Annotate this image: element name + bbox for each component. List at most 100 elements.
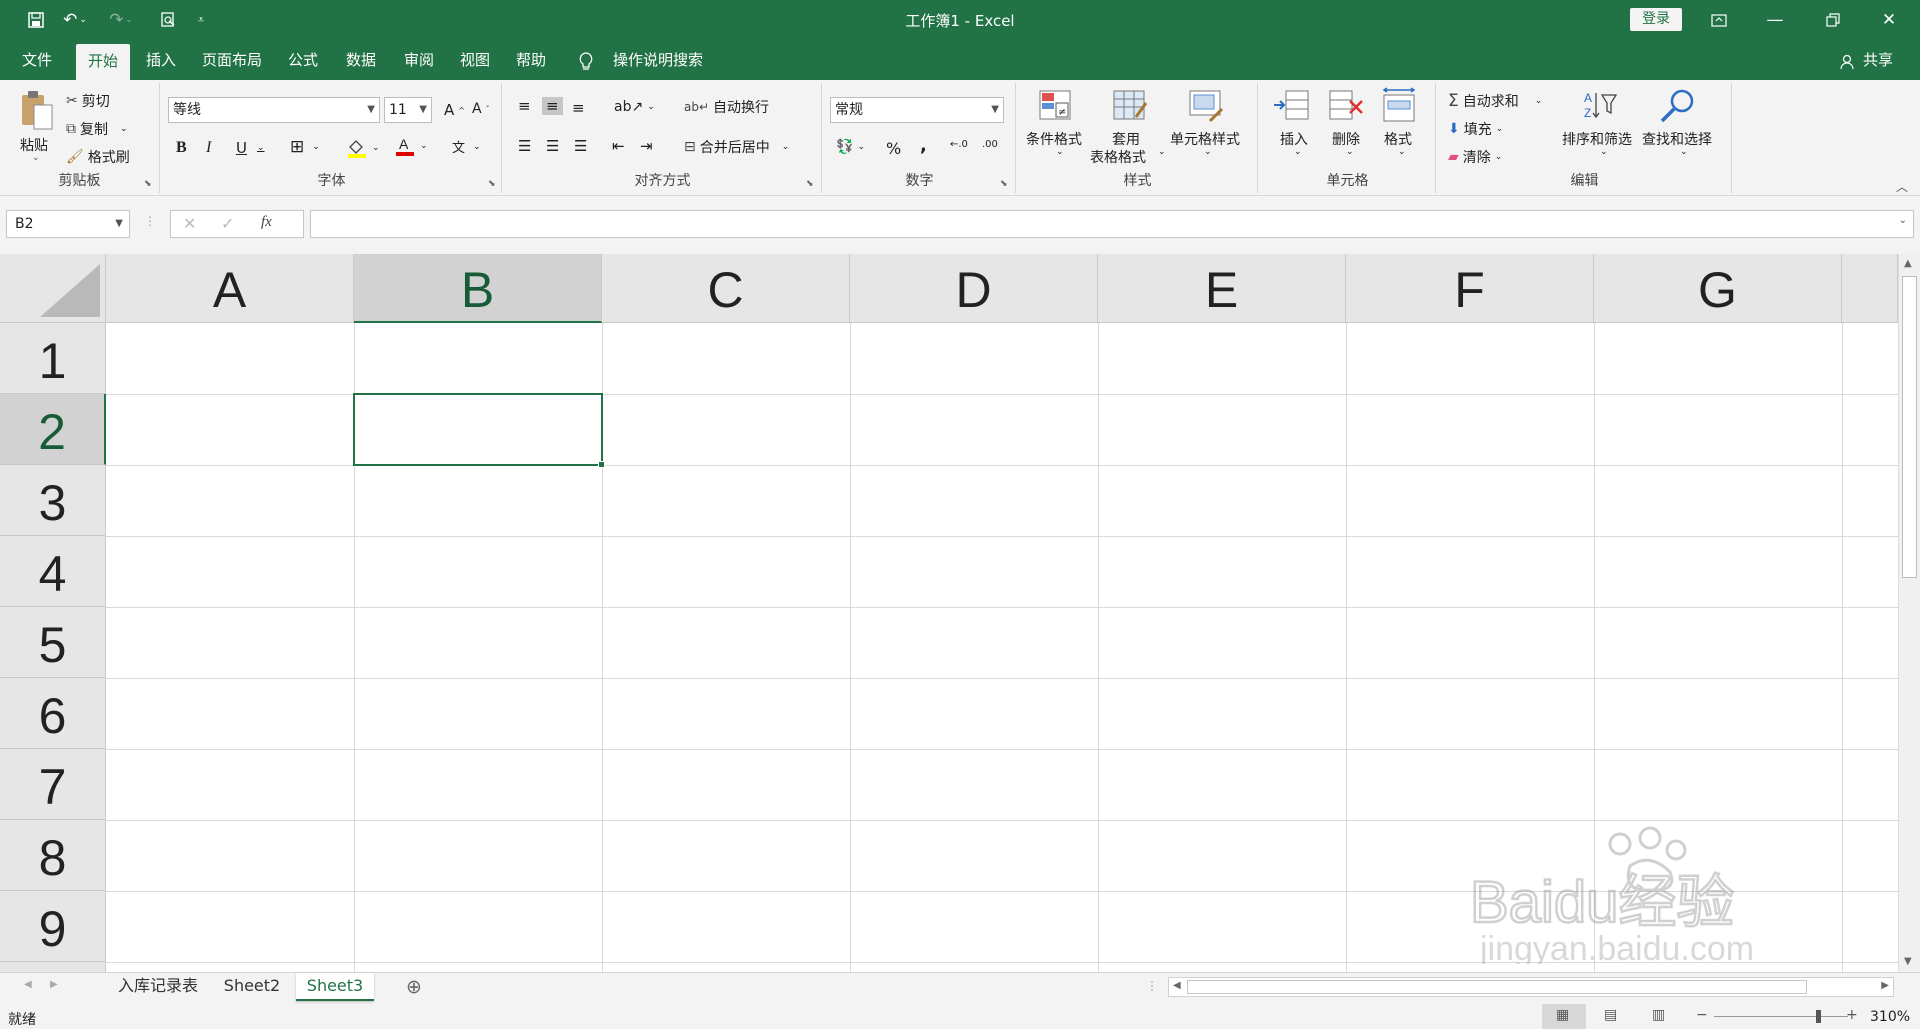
- paste-icon[interactable]: [16, 89, 56, 135]
- chevron-down-icon[interactable]: ⌄: [1294, 147, 1302, 157]
- decrease-indent-icon[interactable]: ⇤: [612, 137, 625, 155]
- column-header-d[interactable]: D: [850, 254, 1098, 323]
- align-bottom-icon[interactable]: ≡: [572, 99, 585, 117]
- font-size-combo[interactable]: 11 ▼: [384, 97, 432, 123]
- sheet-tab-1[interactable]: 入库记录表: [106, 973, 210, 1001]
- horizontal-scrollbar[interactable]: ◀ ▶: [1168, 977, 1894, 997]
- column-header-partial[interactable]: [1842, 254, 1898, 323]
- cell-styles-button[interactable]: 单元格样式: [1170, 129, 1240, 149]
- row-header-4[interactable]: 4: [0, 536, 106, 607]
- page-break-view-icon[interactable]: ▥: [1652, 1007, 1665, 1023]
- vertical-scroll-thumb[interactable]: [1902, 276, 1917, 578]
- column-header-e[interactable]: E: [1098, 254, 1346, 323]
- chevron-down-icon[interactable]: ⌄: [1346, 147, 1354, 157]
- column-header-b[interactable]: B: [354, 254, 602, 323]
- decrease-decimal-icon[interactable]: .00: [982, 139, 998, 150]
- login-button[interactable]: 登录: [1630, 8, 1682, 31]
- cut-button[interactable]: ✂ 剪切: [66, 91, 110, 111]
- zoom-slider-thumb[interactable]: [1816, 1010, 1821, 1023]
- row-header-5[interactable]: 5: [0, 607, 106, 678]
- column-header-f[interactable]: F: [1346, 254, 1594, 323]
- paste-button[interactable]: 粘贴: [20, 135, 48, 155]
- share-button[interactable]: 共享: [1858, 40, 1898, 80]
- row-header-partial[interactable]: [0, 962, 106, 972]
- zoom-slider-track[interactable]: [1714, 1016, 1848, 1017]
- number-format-combo[interactable]: 常规 ▼: [830, 97, 1004, 123]
- collapse-ribbon-icon[interactable]: ︿: [1896, 178, 1908, 195]
- dialog-launcher-icon[interactable]: ⬊: [488, 179, 496, 189]
- insert-cells-button[interactable]: 插入: [1280, 129, 1308, 149]
- tab-home[interactable]: 开始: [76, 44, 130, 80]
- align-middle-icon[interactable]: ≡: [542, 97, 563, 115]
- tab-help[interactable]: 帮助: [508, 40, 554, 80]
- chevron-down-icon[interactable]: ⌄: [782, 142, 790, 152]
- underline-icon[interactable]: U ⌄: [236, 139, 265, 157]
- phonetic-guide-icon[interactable]: 文 ⌄: [452, 137, 481, 156]
- format-as-table-label-1[interactable]: 套用: [1112, 129, 1140, 149]
- chevron-down-icon[interactable]: ⌄: [1158, 147, 1166, 157]
- clear-button[interactable]: ▰ 清除 ⌄: [1448, 147, 1502, 167]
- font-name-combo[interactable]: 等线 ▼: [168, 97, 380, 123]
- tab-file[interactable]: 文件: [14, 40, 60, 80]
- sheet-tab-3[interactable]: Sheet3: [296, 973, 374, 1001]
- italic-icon[interactable]: I: [206, 139, 211, 157]
- zoom-level[interactable]: 310%: [1870, 1009, 1910, 1025]
- enter-icon[interactable]: ✓: [221, 214, 234, 233]
- user-icon[interactable]: [1838, 50, 1858, 74]
- zoom-out-icon[interactable]: −: [1696, 1007, 1708, 1023]
- orientation-icon[interactable]: ab↗ ⌄: [614, 99, 655, 115]
- conditional-formatting-icon[interactable]: ≠: [1036, 87, 1076, 125]
- format-cells-icon[interactable]: [1380, 87, 1420, 125]
- cell-styles-icon[interactable]: [1186, 87, 1226, 125]
- tab-formulas[interactable]: 公式: [280, 40, 326, 80]
- chevron-down-icon[interactable]: ⌄: [1398, 147, 1406, 157]
- row-header-1[interactable]: 1: [0, 323, 106, 394]
- bold-icon[interactable]: B: [176, 139, 187, 157]
- expand-formula-icon[interactable]: ⌄: [1899, 215, 1907, 226]
- delete-cells-icon[interactable]: [1326, 87, 1366, 125]
- cancel-icon[interactable]: ✕: [183, 214, 196, 233]
- horizontal-scroll-thumb[interactable]: [1187, 980, 1807, 994]
- row-header-7[interactable]: 7: [0, 749, 106, 820]
- scroll-up-icon[interactable]: ▲: [1904, 258, 1912, 269]
- scroll-tabs-right-icon[interactable]: ▶: [50, 979, 58, 990]
- fill-color-icon[interactable]: ⌄: [346, 137, 380, 159]
- conditional-formatting-button[interactable]: 条件格式: [1026, 129, 1082, 149]
- increase-font-icon[interactable]: A ^: [444, 101, 465, 119]
- font-color-icon[interactable]: A ⌄: [394, 135, 428, 157]
- align-left-icon[interactable]: ☰: [518, 137, 531, 155]
- tab-split-handle-icon[interactable]: ⋮: [1146, 979, 1158, 993]
- increase-indent-icon[interactable]: ⇥: [640, 137, 653, 155]
- accounting-format-icon[interactable]: 💱 ⌄: [836, 139, 865, 155]
- comma-style-button[interactable]: ,: [920, 135, 927, 156]
- percent-style-button[interactable]: %: [886, 139, 901, 158]
- minimize-icon[interactable]: —: [1752, 5, 1798, 35]
- restore-icon[interactable]: [1810, 5, 1856, 35]
- format-as-table-icon[interactable]: [1110, 87, 1150, 125]
- paste-dropdown-icon[interactable]: ⌄: [32, 153, 40, 163]
- chevron-down-icon[interactable]: ⌄: [1600, 147, 1608, 157]
- align-top-icon[interactable]: ≡: [518, 97, 531, 115]
- row-header-2[interactable]: 2: [0, 394, 106, 465]
- format-cells-button[interactable]: 格式: [1384, 129, 1412, 149]
- column-header-a[interactable]: A: [106, 254, 354, 323]
- format-painter-button[interactable]: 🖌 格式刷: [66, 147, 130, 167]
- scroll-tabs-left-icon[interactable]: ◀: [24, 979, 32, 990]
- normal-view-icon[interactable]: ▦: [1556, 1007, 1569, 1023]
- autosum-button[interactable]: Σ 自动求和 ⌄: [1448, 91, 1542, 111]
- decrease-font-icon[interactable]: Aˇ: [472, 101, 490, 117]
- tab-page-layout[interactable]: 页面布局: [196, 40, 268, 80]
- sort-filter-button[interactable]: 排序和筛选: [1562, 129, 1632, 149]
- zoom-in-icon[interactable]: +: [1846, 1007, 1858, 1023]
- row-header-6[interactable]: 6: [0, 678, 106, 749]
- tab-data[interactable]: 数据: [338, 40, 384, 80]
- tell-me-search[interactable]: 操作说明搜索: [606, 40, 710, 80]
- insert-function-button[interactable]: fx: [261, 214, 272, 231]
- tab-view[interactable]: 视图: [452, 40, 498, 80]
- align-center-icon[interactable]: ☰: [546, 137, 559, 155]
- wrap-text-button[interactable]: ab↵ 自动换行: [684, 97, 769, 117]
- chevron-down-icon[interactable]: ⌄: [1680, 147, 1688, 157]
- find-select-button[interactable]: 查找和选择: [1642, 129, 1712, 149]
- close-icon[interactable]: ✕: [1866, 5, 1912, 35]
- dialog-launcher-icon[interactable]: ⬊: [806, 179, 814, 189]
